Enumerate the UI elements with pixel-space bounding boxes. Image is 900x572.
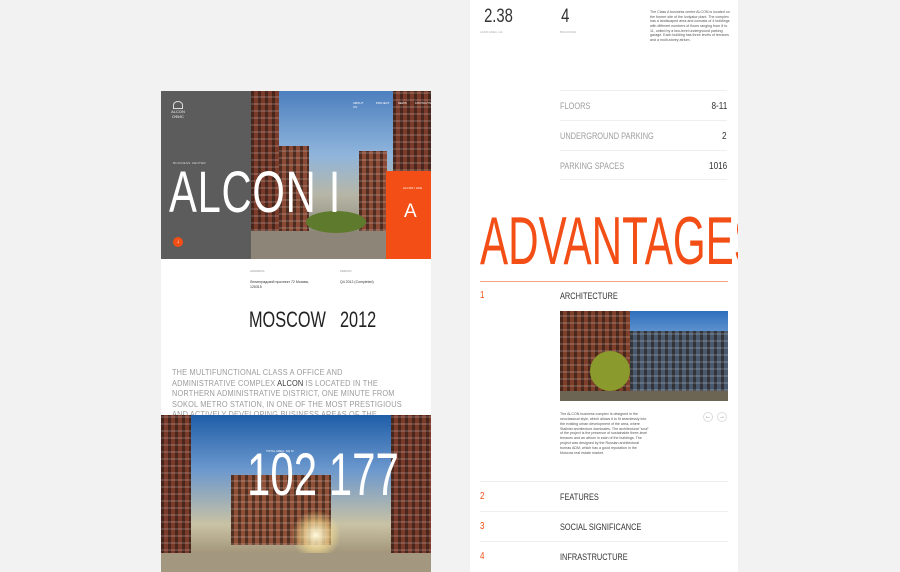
accordion-number: 2 [480, 491, 485, 502]
spec-value: 2 [722, 131, 727, 142]
address-label: ADDRESS [250, 269, 265, 273]
address-value: Ленинградский проспект 72 Москва, 125315 [250, 280, 309, 289]
accordion-number: 3 [480, 521, 485, 532]
accordion-divider [480, 511, 728, 512]
spec-label: PARKING SPACES [560, 161, 625, 171]
orange-card-letter: A [404, 201, 417, 222]
right-page-mockup: 2.38 LAND AREA, HA 4 BUILDINGS The Class… [470, 0, 738, 572]
accordion-number: 4 [480, 551, 485, 562]
advantages-heading: ADVANTAGES [480, 203, 738, 279]
nav-item-news[interactable]: NEWS [398, 101, 407, 109]
architecture-photo [560, 311, 728, 401]
next-arrow-button[interactable]: → [717, 412, 727, 422]
left-page-mockup: ALCON ОФИС ABOUT US PROJECT NEWS CONTACT… [161, 91, 431, 572]
prev-arrow-button[interactable]: ← [703, 412, 713, 422]
top-nav: ABOUT US PROJECT NEWS CONTACTS [353, 101, 431, 109]
accordion-number: 1 [480, 290, 485, 301]
accordion-title[interactable]: INFRASTRUCTURE [560, 552, 628, 562]
logo-subtext: ОФИС [172, 113, 184, 119]
period-value: Q4 2012 (Completed) [340, 280, 374, 284]
logo[interactable]: ALCON ОФИС [171, 101, 185, 120]
logo-mark-icon [173, 101, 183, 109]
brand-highlight: ALCON [277, 378, 304, 388]
orange-card-caption: ALCON I LIFE [403, 186, 423, 190]
spec-value: 1016 [708, 161, 727, 172]
area-number: 102 177 [247, 441, 399, 508]
accordion-title[interactable]: FEATURES [560, 492, 599, 502]
accordion-title[interactable]: ARCHITECTURE [560, 291, 618, 301]
accordion-divider [480, 541, 728, 542]
stats-description: The Class A business centre ALCON is loc… [650, 10, 730, 43]
accordion-divider [480, 481, 728, 482]
stat-land-area-value: 2.38 [484, 6, 513, 27]
accordion-title[interactable]: SOCIAL SIGNIFICANCE [560, 522, 641, 532]
nav-item-contacts[interactable]: CONTACTS [415, 101, 431, 109]
stat-land-area-label: LAND AREA, HA [480, 30, 503, 34]
scroll-down-button[interactable]: ↓ [173, 237, 183, 247]
spec-row-parking-spaces: PARKING SPACES 1016 [560, 150, 727, 180]
hero-orange-card[interactable]: ALCON I LIFE A [386, 171, 431, 259]
period-label: PERIOD [340, 269, 352, 273]
spec-label: FLOORS [560, 101, 591, 111]
stat-buildings-value: 4 [561, 6, 570, 27]
spec-value: 8-11 [711, 101, 727, 112]
city: MOSCOW [249, 307, 326, 332]
stat-buildings-label: BUILDINGS [560, 30, 577, 34]
spec-row-floors: FLOORS 8-11 [560, 90, 727, 120]
advantages-divider [480, 281, 728, 282]
hero-section: ALCON ОФИС ABOUT US PROJECT NEWS CONTACT… [161, 91, 431, 259]
architecture-text: The ALCON business complex is designed i… [560, 412, 649, 455]
spec-label: UNDERGROUND PARKING [560, 131, 654, 141]
nav-item-project[interactable]: PROJECT [376, 101, 390, 109]
area-photo: TOTAL AREA, SQ M 102 177 [161, 415, 431, 572]
nav-item-about[interactable]: ABOUT US [353, 101, 368, 109]
year: 2012 [340, 307, 377, 332]
hero-title: ALCON I [169, 160, 342, 225]
spec-row-underground-parking: UNDERGROUND PARKING 2 [560, 120, 727, 150]
